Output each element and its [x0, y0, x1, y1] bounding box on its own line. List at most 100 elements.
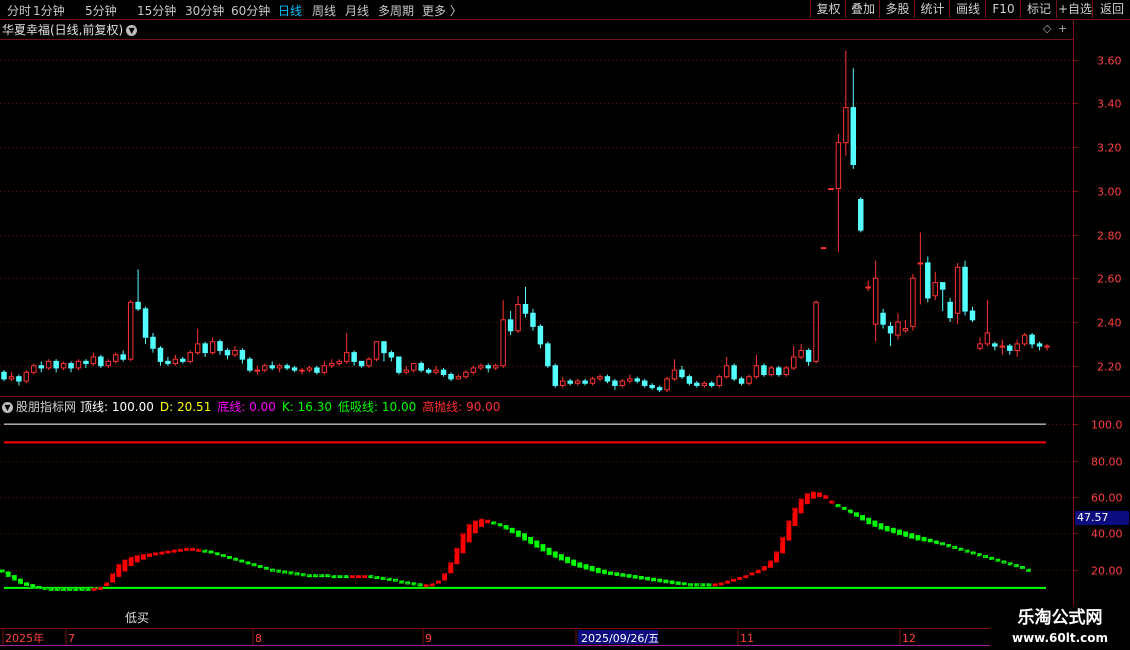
candle-body: [209, 341, 216, 354]
kd-ribbon-bar: [786, 520, 792, 541]
candle-body: [113, 354, 119, 362]
candle-body: [977, 343, 983, 349]
candle-body: [120, 354, 126, 360]
indicator-value-4: 低吸线: 10.00: [338, 400, 417, 414]
candle-body: [358, 360, 365, 367]
candle-body: [925, 262, 931, 299]
candle-body: [895, 321, 901, 336]
candle-body: [962, 266, 968, 312]
candle-body: [276, 365, 283, 369]
candle-body: [8, 376, 15, 380]
candle-body: [984, 332, 991, 345]
kd-ribbon-bar: [577, 562, 583, 568]
candle-body: [239, 349, 246, 360]
candle-body: [142, 308, 149, 338]
candle-body: [537, 325, 544, 345]
candle-body: [872, 277, 879, 325]
candle-body: [738, 378, 745, 384]
candle-body: [478, 365, 484, 369]
candle-body: [947, 301, 953, 319]
candle-body: [686, 376, 693, 384]
kd-ribbon-bar: [534, 540, 540, 548]
candle-body: [880, 312, 886, 325]
candle-body: [321, 365, 328, 373]
chevron-down-icon[interactable]: ▼: [2, 402, 13, 413]
kd-ribbon-bar: [134, 555, 140, 563]
price-axis-label: 3.20: [1097, 142, 1122, 155]
candle-body: [552, 365, 559, 386]
kd-ribbon-bar: [608, 571, 614, 576]
candle-body: [172, 358, 179, 365]
candle-body: [865, 286, 871, 289]
price-axis-label: 2.80: [1097, 230, 1122, 243]
candle-body: [127, 301, 134, 360]
candle-body: [634, 378, 640, 382]
candle-body: [999, 345, 1006, 348]
cursor-date-label: 2025/09/26/五: [581, 632, 659, 645]
indicator-value-3: K: 16.30: [281, 400, 332, 414]
price-axis-label: 3.00: [1097, 186, 1122, 199]
candle-body: [783, 367, 789, 375]
candle-body: [954, 266, 961, 314]
kd-ribbon-bar: [442, 573, 448, 581]
candle-body: [1007, 345, 1013, 351]
indicator-value-2: 底线: 0.00: [217, 400, 276, 414]
candle-body: [53, 360, 59, 369]
candle-body: [649, 384, 655, 389]
price-axis-label: 2.20: [1097, 361, 1122, 374]
kline-chart[interactable]: 3.60 3.40 3.20 3.00 2.80 2.60 2.40 2.20 100.0 80.…: [0, 0, 1130, 650]
candle-body: [515, 304, 521, 332]
candle-body: [217, 341, 223, 351]
candle-body: [180, 358, 186, 362]
candle-body: [16, 376, 22, 382]
candle-body: [671, 369, 678, 380]
candle-body: [560, 380, 566, 386]
candle-body: [500, 319, 506, 367]
candle-body: [694, 382, 700, 386]
date-axis-label: 7: [68, 632, 75, 645]
date-axis-label: 11: [740, 632, 754, 645]
candle-body: [1029, 334, 1035, 345]
kd-ribbon-bar: [651, 577, 657, 582]
kd-ribbon-bar: [110, 573, 116, 583]
price-axis-label: 2.60: [1097, 273, 1122, 286]
candle-body: [701, 382, 708, 386]
candle-body: [835, 142, 842, 190]
candle-body: [314, 367, 320, 373]
candle-body: [805, 349, 812, 362]
candle-body: [98, 356, 104, 367]
candle-body: [105, 360, 112, 367]
price-axis-label: 2.40: [1097, 317, 1122, 330]
candle-body: [843, 107, 849, 144]
watermark-title: 乐淘公式网: [1017, 608, 1103, 628]
price-axis-label: 3.40: [1097, 98, 1122, 111]
candle-body: [1, 371, 7, 380]
candle-body: [291, 367, 298, 371]
candle-body: [23, 371, 30, 382]
date-axis-label: 12: [902, 632, 916, 645]
candle-body: [1044, 345, 1050, 348]
price-axis-label: 3.60: [1097, 55, 1122, 68]
candle-body: [455, 376, 462, 380]
candle-body: [31, 365, 37, 373]
date-axis-label: 9: [425, 632, 432, 645]
candle-body: [664, 378, 670, 391]
candle-body: [68, 363, 74, 369]
candle-body: [403, 369, 410, 373]
candle-body: [485, 365, 491, 369]
candle-body: [939, 282, 946, 290]
candle-body: [373, 341, 380, 360]
kd-ribbon-bar: [5, 571, 11, 577]
kd-ribbon-bar: [792, 507, 798, 526]
kd-ribbon-bar: [853, 512, 859, 517]
candle-body: [247, 358, 253, 371]
kd-ribbon-bar: [780, 536, 786, 554]
kd-ribbon-bar: [663, 579, 669, 584]
candle-body: [887, 325, 894, 334]
candle-body: [463, 371, 469, 378]
kd-ribbon-bar: [884, 526, 890, 532]
candle-body: [567, 380, 573, 384]
kd-ribbon-bar: [509, 527, 515, 534]
candle-body: [418, 363, 424, 371]
date-axis-label: 8: [255, 632, 262, 645]
